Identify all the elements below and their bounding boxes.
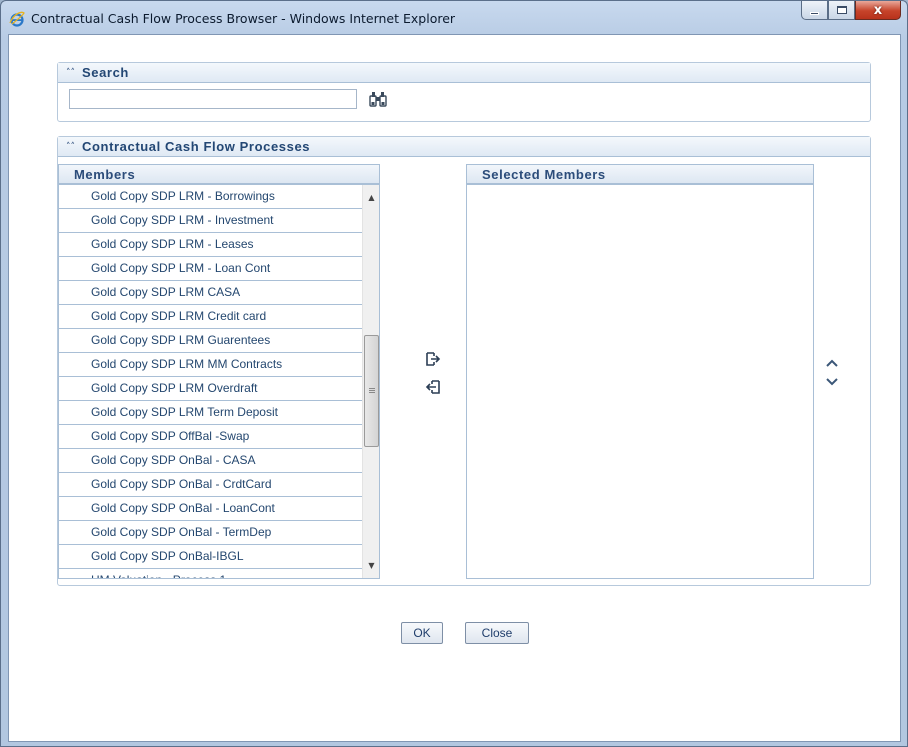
page-content: ˄˄ Search ˄˄ Contractual Cash Flow Proce…	[8, 34, 901, 742]
chevron-double-up-icon[interactable]: ˄˄	[66, 68, 76, 78]
list-item[interactable]: Gold Copy SDP LRM Guarentees	[59, 329, 364, 353]
list-item[interactable]: Gold Copy SDP OnBal - TermDep	[59, 521, 364, 545]
scroll-down-arrow-icon[interactable]: ▼	[363, 557, 379, 574]
search-panel: ˄˄ Search	[57, 62, 871, 122]
list-item[interactable]: Gold Copy SDP LRM MM Contracts	[59, 353, 364, 377]
move-right-icon[interactable]	[425, 351, 441, 367]
browser-window: Contractual Cash Flow Process Browser - …	[0, 0, 908, 747]
list-item[interactable]: Gold Copy SDP OnBal - LoanCont	[59, 497, 364, 521]
scroll-grip-icon	[369, 388, 375, 394]
chevron-up-icon[interactable]	[825, 358, 839, 368]
ok-button[interactable]: OK	[401, 622, 443, 644]
members-scrollbar[interactable]: ▲ ▼	[362, 185, 379, 578]
search-input[interactable]	[69, 89, 357, 109]
list-item[interactable]: Gold Copy SDP LRM Overdraft	[59, 377, 364, 401]
maximize-icon	[836, 6, 847, 14]
list-item[interactable]: Gold Copy SDP OnBal - CASA	[59, 449, 364, 473]
processes-panel-header[interactable]: ˄˄ Contractual Cash Flow Processes	[58, 137, 870, 157]
list-item[interactable]: Gold Copy SDP LRM Term Deposit	[59, 401, 364, 425]
list-item[interactable]: Gold Copy SDP LRM CASA	[59, 281, 364, 305]
list-item[interactable]: Gold Copy SDP LRM Credit card	[59, 305, 364, 329]
selected-members-list[interactable]	[466, 184, 814, 579]
list-item[interactable]: Gold Copy SDP LRM - Borrowings	[59, 185, 364, 209]
scroll-up-arrow-icon[interactable]: ▲	[363, 189, 379, 206]
selected-members-column-header: Selected Members	[466, 164, 814, 184]
list-item[interactable]: Gold Copy SDP OnBal-IBGL	[59, 545, 364, 569]
window-title: Contractual Cash Flow Process Browser - …	[31, 11, 456, 26]
close-window-button[interactable]: x	[855, 1, 901, 20]
list-item[interactable]: Gold Copy SDP LRM - Investment	[59, 209, 364, 233]
search-panel-title: Search	[82, 65, 129, 80]
chevron-down-icon[interactable]	[825, 377, 839, 387]
search-panel-header[interactable]: ˄˄ Search	[58, 63, 870, 83]
members-column-header: Members	[58, 164, 380, 184]
window-controls: x	[801, 1, 901, 20]
close-button[interactable]: Close	[465, 622, 529, 644]
members-list[interactable]: Gold Copy SDP LRM - Borrowings Gold Copy …	[58, 184, 380, 579]
processes-panel: ˄˄ Contractual Cash Flow Processes Membe…	[57, 136, 871, 586]
scroll-thumb[interactable]	[364, 335, 379, 447]
list-item[interactable]: Gold Copy SDP OffBal -Swap	[59, 425, 364, 449]
close-icon: x	[873, 2, 883, 18]
list-item[interactable]: HM Valuation - Process 1	[59, 569, 364, 578]
members-items: Gold Copy SDP LRM - Borrowings Gold Copy …	[59, 185, 364, 578]
list-item[interactable]: Gold Copy SDP LRM - Loan Cont	[59, 257, 364, 281]
binoculars-icon[interactable]	[369, 91, 387, 107]
title-bar: Contractual Cash Flow Process Browser - …	[1, 1, 907, 35]
maximize-button[interactable]	[828, 1, 855, 20]
move-left-icon[interactable]	[425, 379, 441, 395]
internet-explorer-icon	[9, 11, 25, 27]
chevron-double-up-icon[interactable]: ˄˄	[66, 142, 76, 152]
minimize-button[interactable]	[801, 1, 828, 20]
processes-panel-title: Contractual Cash Flow Processes	[82, 139, 311, 154]
minimize-icon	[810, 11, 819, 15]
list-item[interactable]: Gold Copy SDP OnBal - CrdtCard	[59, 473, 364, 497]
list-item[interactable]: Gold Copy SDP LRM - Leases	[59, 233, 364, 257]
